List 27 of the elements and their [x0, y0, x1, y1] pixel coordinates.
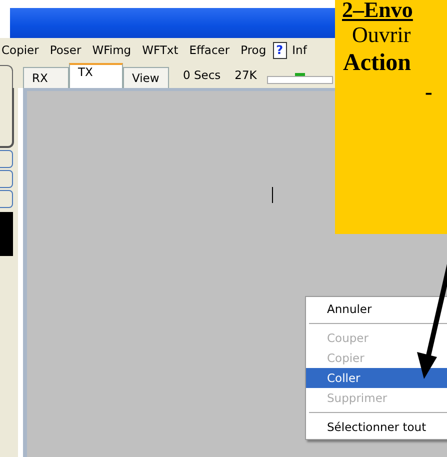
panel-frame: [0, 88, 14, 148]
text-cursor: [272, 187, 273, 203]
tab[interactable]: View: [123, 67, 169, 88]
side-button[interactable]: [0, 170, 13, 188]
menu-item[interactable]: Annuler: [306, 299, 447, 319]
tab[interactable]: RX: [23, 67, 69, 88]
menu-item[interactable]: Copier: [0, 43, 44, 57]
side-button[interactable]: [0, 190, 13, 208]
menu-item[interactable]: Effacer: [184, 43, 236, 57]
side-button[interactable]: [0, 150, 13, 168]
display-strip: [0, 212, 13, 256]
menu-item[interactable]: WFTxt: [136, 43, 184, 57]
callout-label: Action: [343, 49, 411, 78]
menu-item[interactable]: Coller: [306, 368, 447, 388]
callout-text: Ouvrir: [352, 22, 411, 48]
level-slider[interactable]: [266, 76, 333, 84]
menu-item[interactable]: WFimg: [86, 43, 137, 57]
menu-item[interactable]: Inf: [286, 43, 312, 57]
callout-heading: 2–Envo: [342, 0, 413, 22]
size-label: 27K: [234, 68, 257, 82]
help-button[interactable]: ?: [272, 42, 287, 58]
menu-item[interactable]: Sélectionner tout: [306, 417, 447, 437]
callout-text: -: [425, 78, 432, 106]
menu-item[interactable]: Prog: [235, 43, 272, 57]
menu-item[interactable]: Poser: [44, 43, 87, 57]
elapsed-time: 0 Secs: [183, 68, 221, 82]
tab[interactable]: TX: [69, 63, 123, 88]
